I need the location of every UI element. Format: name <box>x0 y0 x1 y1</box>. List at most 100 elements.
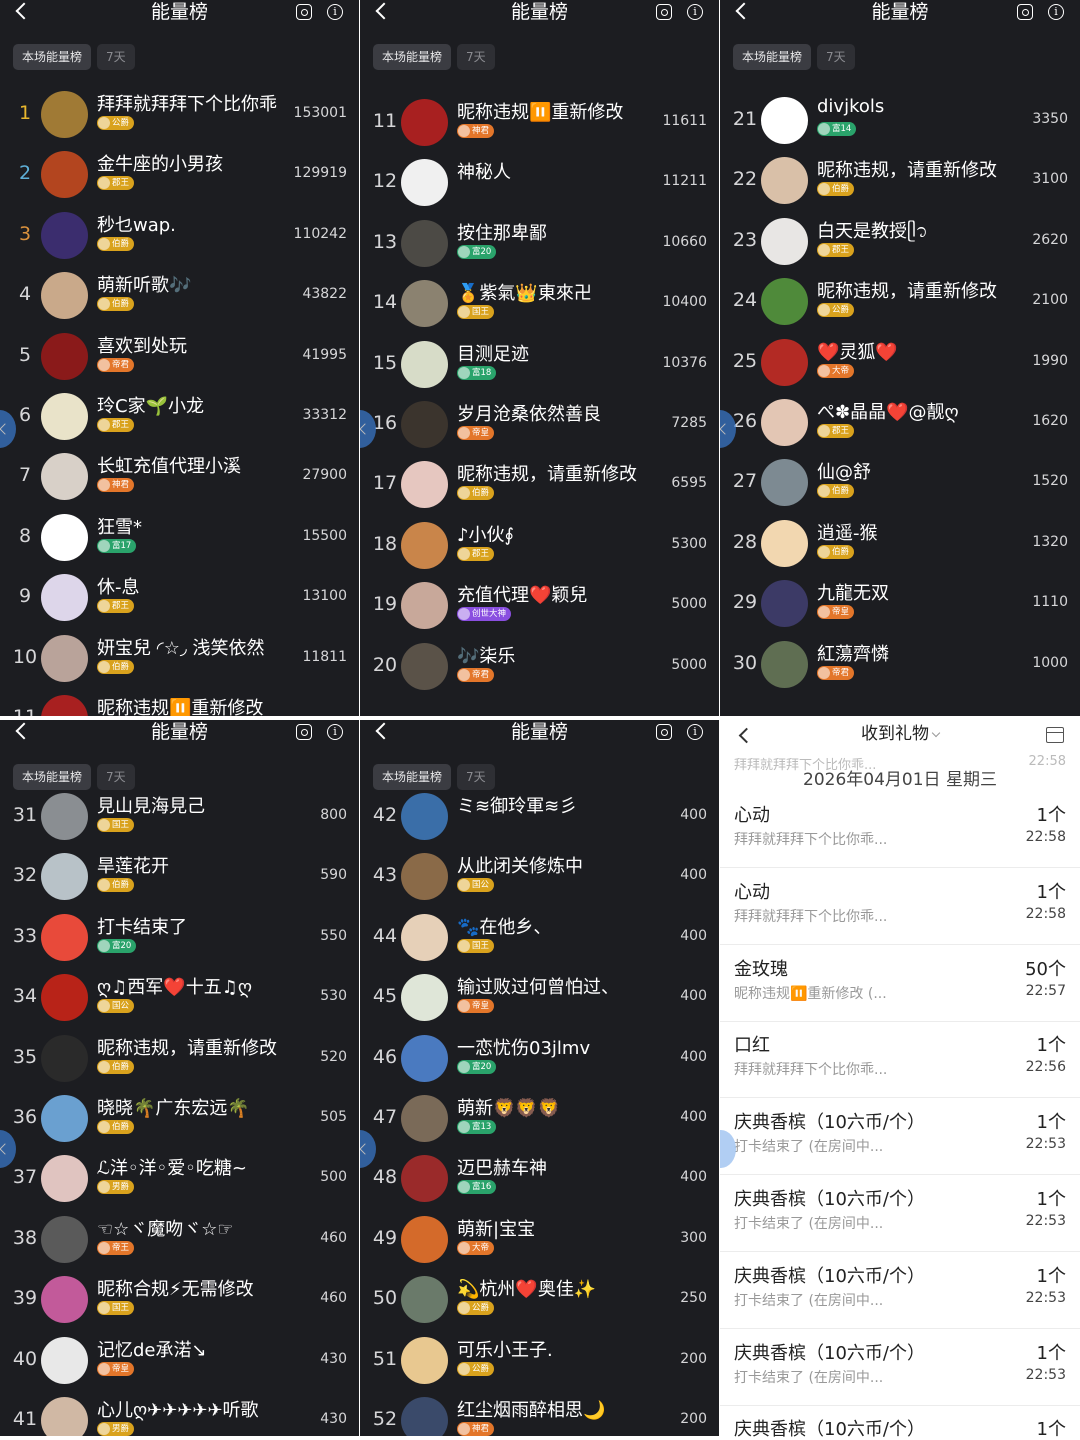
ranking-row[interactable]: 15 目测足迹 富18 10376 <box>360 334 719 394</box>
tab-7-days[interactable]: 7天 <box>817 44 855 70</box>
tab-current-session[interactable]: 本场能量榜 <box>13 44 92 70</box>
avatar[interactable] <box>41 853 88 901</box>
avatar[interactable] <box>41 574 88 622</box>
settings-icon[interactable] <box>656 4 672 20</box>
avatar[interactable] <box>41 1095 88 1142</box>
avatar[interactable] <box>761 157 808 205</box>
avatar[interactable] <box>401 461 448 509</box>
ranking-row[interactable]: 3 秒乜wap. 伯爵 110242 <box>0 205 359 265</box>
avatar[interactable] <box>41 1155 88 1203</box>
ranking-row[interactable]: 11 昵称违规⏸️重新修改 神君 11611 <box>360 92 719 152</box>
gift-record-row[interactable]: 庆典香槟（10六币/个） 打卡结束了 (在房间中... 1个 22:53 <box>720 1175 1080 1252</box>
avatar[interactable] <box>401 1155 448 1203</box>
ranking-row[interactable]: 48 迈巴赫车神 富16 400 <box>360 1148 719 1208</box>
ranking-row[interactable]: 7 长虹充值代理小溪 神君 27900 <box>0 446 359 506</box>
avatar[interactable] <box>401 1095 448 1142</box>
ranking-row[interactable]: 4 萌新听歌🎶 伯爵 43822 <box>0 265 359 325</box>
ranking-row[interactable]: 35 昵称违规，请重新修改 伯爵 520 <box>0 1028 359 1088</box>
ranking-row[interactable]: 43 从此闭关修炼中 国公 400 <box>360 846 719 906</box>
ranking-row[interactable]: 30 紅蕩齊憐 帝君 1000 <box>720 634 1080 694</box>
ranking-row[interactable]: 28 逍遥-猴 伯爵 1320 <box>720 513 1080 573</box>
avatar[interactable] <box>401 1276 448 1324</box>
settings-icon[interactable] <box>1017 4 1033 20</box>
ranking-row[interactable]: 36 晓晓🌴广东宏远🌴 伯爵 505 <box>0 1088 359 1148</box>
avatar[interactable] <box>401 99 448 146</box>
ranking-row[interactable]: 47 萌新🦁🦁🦁 富13 400 <box>360 1088 719 1148</box>
gift-title[interactable]: 收到礼物 <box>720 722 1080 746</box>
ranking-row[interactable]: 33 打卡结束了 富20 550 <box>0 907 359 967</box>
ranking-row[interactable]: 46 一恋忧伤03jlmv 富20 400 <box>360 1028 719 1088</box>
calendar-icon[interactable] <box>1046 727 1064 743</box>
ranking-row[interactable]: 25 ❤️灵狐❤️ 大帝 1990 <box>720 332 1080 392</box>
avatar[interactable] <box>401 793 448 840</box>
avatar[interactable] <box>41 513 88 561</box>
avatar[interactable] <box>761 338 808 386</box>
settings-icon[interactable] <box>296 4 312 20</box>
ranking-row[interactable]: 50 💫杭州❤️奥佳✨ 公爵 250 <box>360 1269 719 1329</box>
avatar[interactable] <box>761 580 808 628</box>
info-icon[interactable]: i <box>687 724 703 740</box>
ranking-row[interactable]: 8 狂雪* 富17 15500 <box>0 507 359 567</box>
info-icon[interactable]: i <box>327 4 343 20</box>
avatar[interactable] <box>401 340 448 388</box>
avatar[interactable] <box>41 272 88 320</box>
ranking-row[interactable]: 2 金牛座的小男孩 郡王 129919 <box>0 144 359 204</box>
ranking-row[interactable]: 31 見山見海見己 国王 800 <box>0 786 359 846</box>
avatar[interactable] <box>401 1397 448 1436</box>
ranking-row[interactable]: 10 妍宝兒 ◜☆◞ 浅笑依然 伯爵 11811 <box>0 628 359 688</box>
avatar[interactable] <box>401 1034 448 1082</box>
tab-7-days[interactable]: 7天 <box>457 44 495 70</box>
avatar[interactable] <box>41 453 88 501</box>
ranking-row[interactable]: 41 心儿ღ✈✈✈✈✈听歌 男爵 430 <box>0 1390 359 1436</box>
info-icon[interactable]: i <box>1048 4 1064 20</box>
avatar[interactable] <box>41 634 88 682</box>
ranking-row[interactable]: 29 九龍无双 帝皇 1110 <box>720 573 1080 633</box>
ranking-row[interactable]: 38 ☜☆ヾ魔吻ヾ☆☞ 帝王 460 <box>0 1209 359 1269</box>
ranking-row[interactable]: 42 ミ≋御玲軍≋彡 400 <box>360 786 719 846</box>
ranking-row[interactable]: 26 ぺ✽晶晶❤️@靓ღ 郡王 1620 <box>720 392 1080 452</box>
ranking-row[interactable]: 32 旱莲花开 伯爵 590 <box>0 846 359 906</box>
gift-record-row[interactable]: 口红 拜拜就拜拜下个比你乖... 1个 22:56 <box>720 1021 1080 1099</box>
avatar[interactable] <box>41 1215 88 1263</box>
tab-7-days[interactable]: 7天 <box>97 44 135 70</box>
avatar[interactable] <box>401 853 448 901</box>
ranking-row[interactable]: 40 记忆de承渃↘ 帝皇 430 <box>0 1330 359 1390</box>
avatar[interactable] <box>41 1276 88 1324</box>
avatar[interactable] <box>41 1034 88 1082</box>
avatar[interactable] <box>761 399 808 446</box>
ranking-row[interactable]: 14 🏅紫氣👑東來卍 国王 10400 <box>360 273 719 333</box>
avatar[interactable] <box>41 211 88 259</box>
ranking-row[interactable]: 22 昵称违规，请重新修改 伯爵 3100 <box>720 150 1080 210</box>
avatar[interactable] <box>401 642 448 690</box>
ranking-row[interactable]: 17 昵称违规，请重新修改 伯爵 6595 <box>360 454 719 514</box>
ranking-row[interactable]: 52 红尘烟雨醉相思🌙 神君 200 <box>360 1390 719 1436</box>
gift-record-row[interactable]: 庆典香槟（10六币/个） 1个 <box>720 1405 1080 1440</box>
avatar[interactable] <box>41 91 88 138</box>
avatar[interactable] <box>41 151 88 199</box>
avatar[interactable] <box>401 1215 448 1263</box>
ranking-row[interactable]: 45 输过败过何曾怕过、 帝皇 400 <box>360 967 719 1027</box>
gift-record-row[interactable]: 心动 拜拜就拜拜下个比你乖... 1个 22:58 <box>720 791 1080 868</box>
avatar[interactable] <box>761 519 808 567</box>
gift-record-row[interactable]: 庆典香槟（10六币/个） 打卡结束了 (在房间中... 1个 22:53 <box>720 1329 1080 1406</box>
info-icon[interactable]: i <box>687 4 703 20</box>
gift-record-row[interactable]: 庆典香槟（10六币/个） 打卡结束了 (在房间中... 1个 22:53 <box>720 1098 1080 1176</box>
avatar[interactable] <box>401 401 448 448</box>
ranking-row[interactable]: 49 萌新|宝宝 大帝 300 <box>360 1209 719 1269</box>
avatar[interactable] <box>761 217 808 265</box>
ranking-row[interactable]: 16 岁月沧桑依然善良 帝皇 7285 <box>360 394 719 454</box>
avatar[interactable] <box>761 97 808 144</box>
ranking-row[interactable]: 1 拜拜就拜拜下个比你乖 公爵 153001 <box>0 84 359 144</box>
ranking-row[interactable]: 20 🎶柒乐 帝君 5000 <box>360 636 719 696</box>
ranking-row[interactable]: 51 可乐小王子. 公爵 200 <box>360 1330 719 1390</box>
avatar[interactable] <box>401 159 448 207</box>
ranking-row[interactable]: 12 神秘人 11211 <box>360 152 719 212</box>
avatar[interactable] <box>401 974 448 1022</box>
avatar[interactable] <box>41 1336 88 1384</box>
ranking-row[interactable]: 5 喜欢到处玩 帝君 41995 <box>0 326 359 386</box>
avatar[interactable] <box>41 974 88 1022</box>
ranking-row[interactable]: 21 divjkols 富14 3350 <box>720 90 1080 150</box>
ranking-row[interactable]: 13 按住那卑鄙 富20 10660 <box>360 213 719 273</box>
avatar[interactable] <box>401 582 448 630</box>
ranking-row[interactable]: 44 🐾在他乡、 国王 400 <box>360 907 719 967</box>
